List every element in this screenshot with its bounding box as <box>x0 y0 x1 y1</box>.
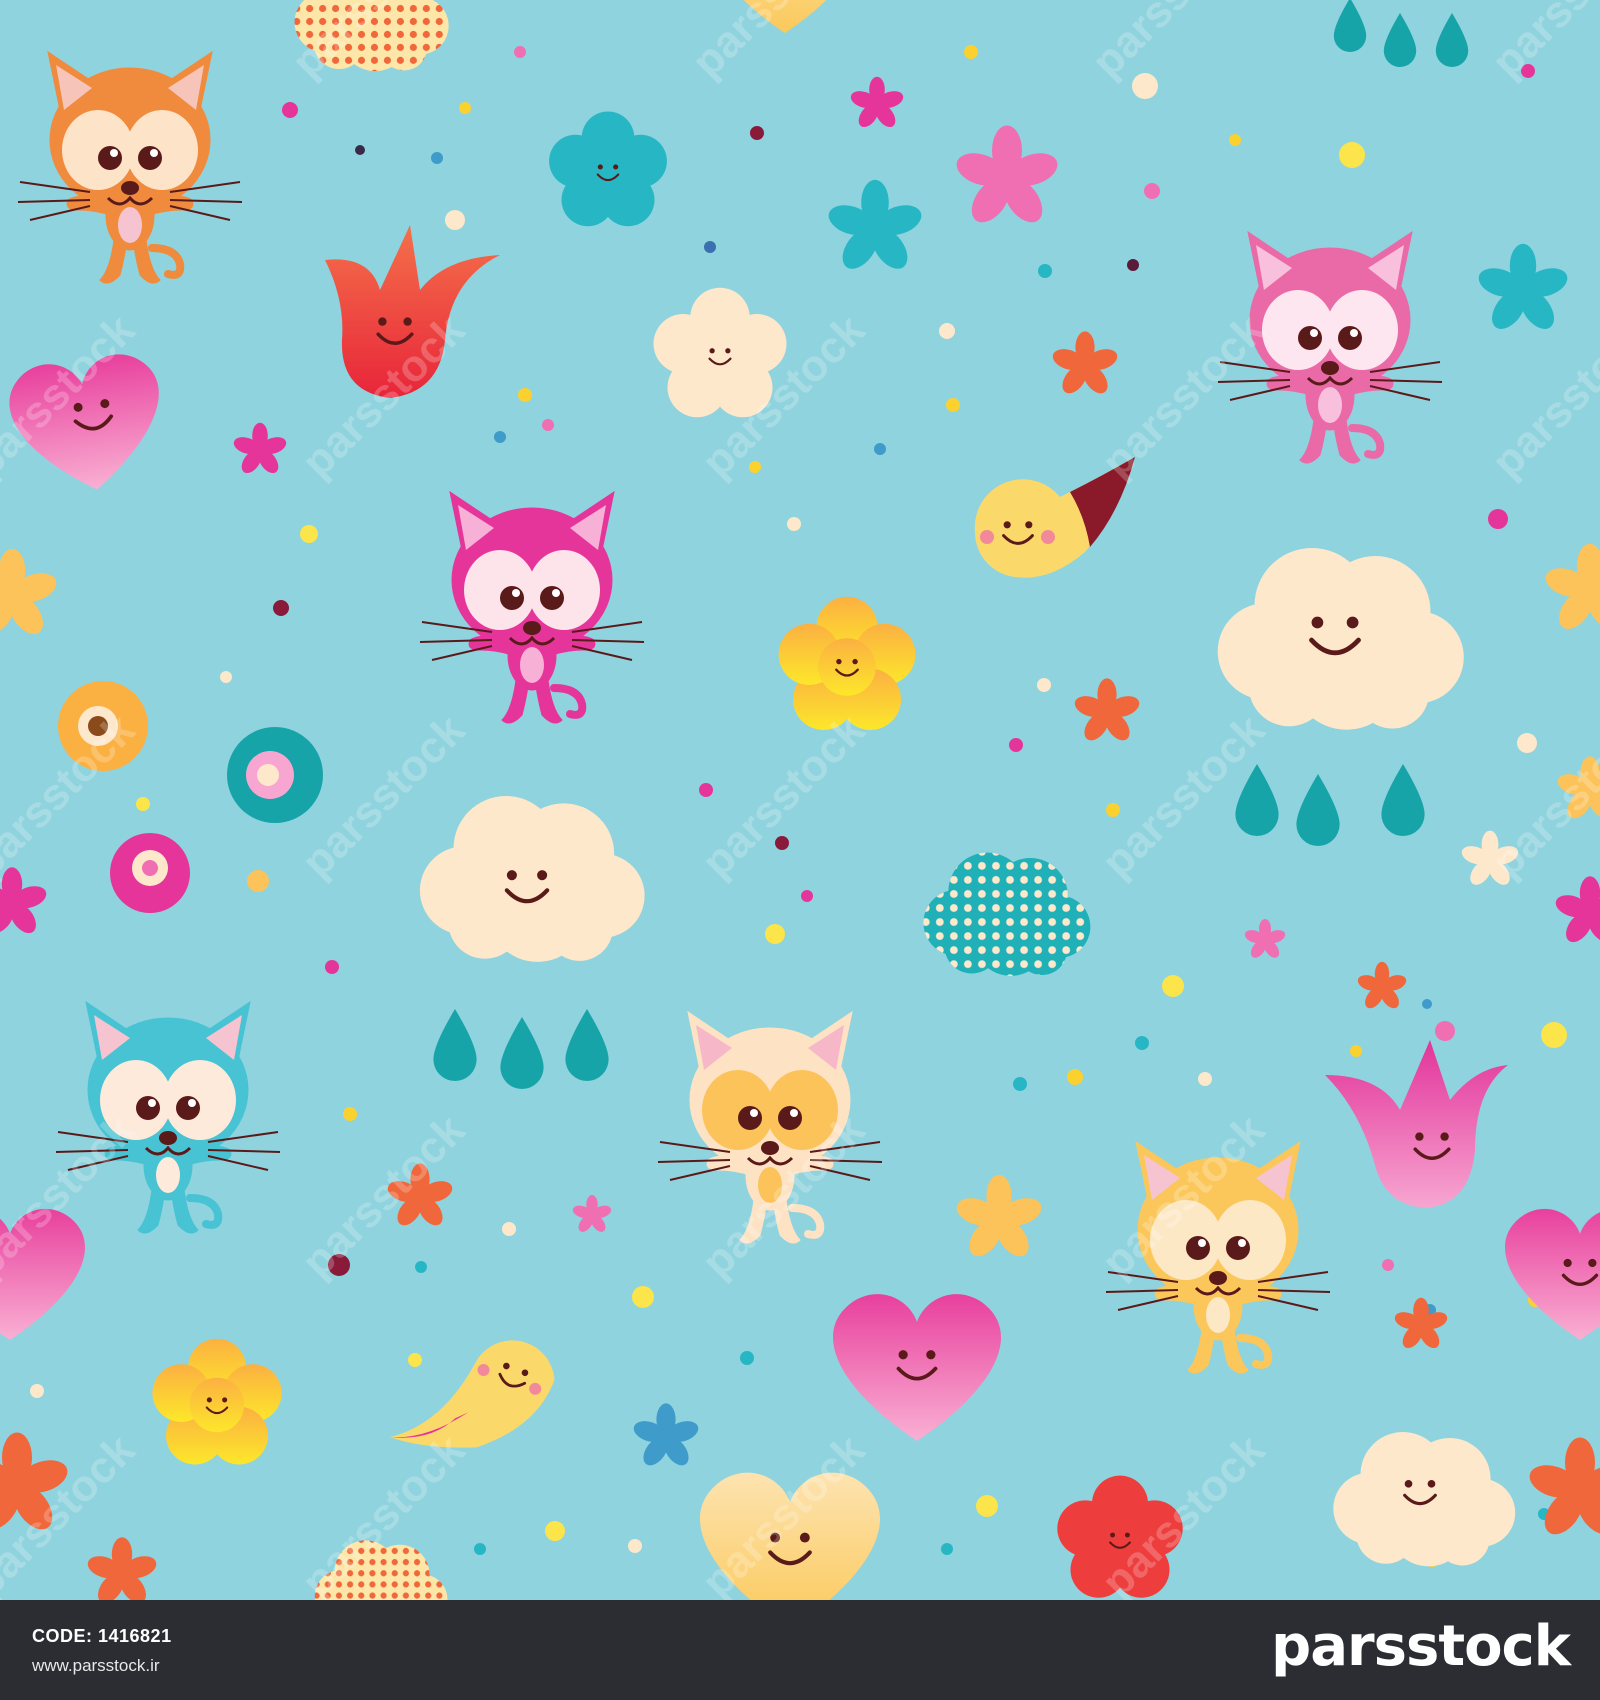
footer-bar: CODE: 1416821 www.parsstock.ir parsstock <box>0 1600 1600 1700</box>
image-code: CODE: 1416821 <box>32 1626 172 1646</box>
site-url[interactable]: www.parsstock.ir <box>32 1656 160 1676</box>
pattern-artwork: parsstock parsstock parsstock parsstock … <box>0 0 1600 1600</box>
brand-logo[interactable]: parsstock <box>1271 1614 1571 1679</box>
